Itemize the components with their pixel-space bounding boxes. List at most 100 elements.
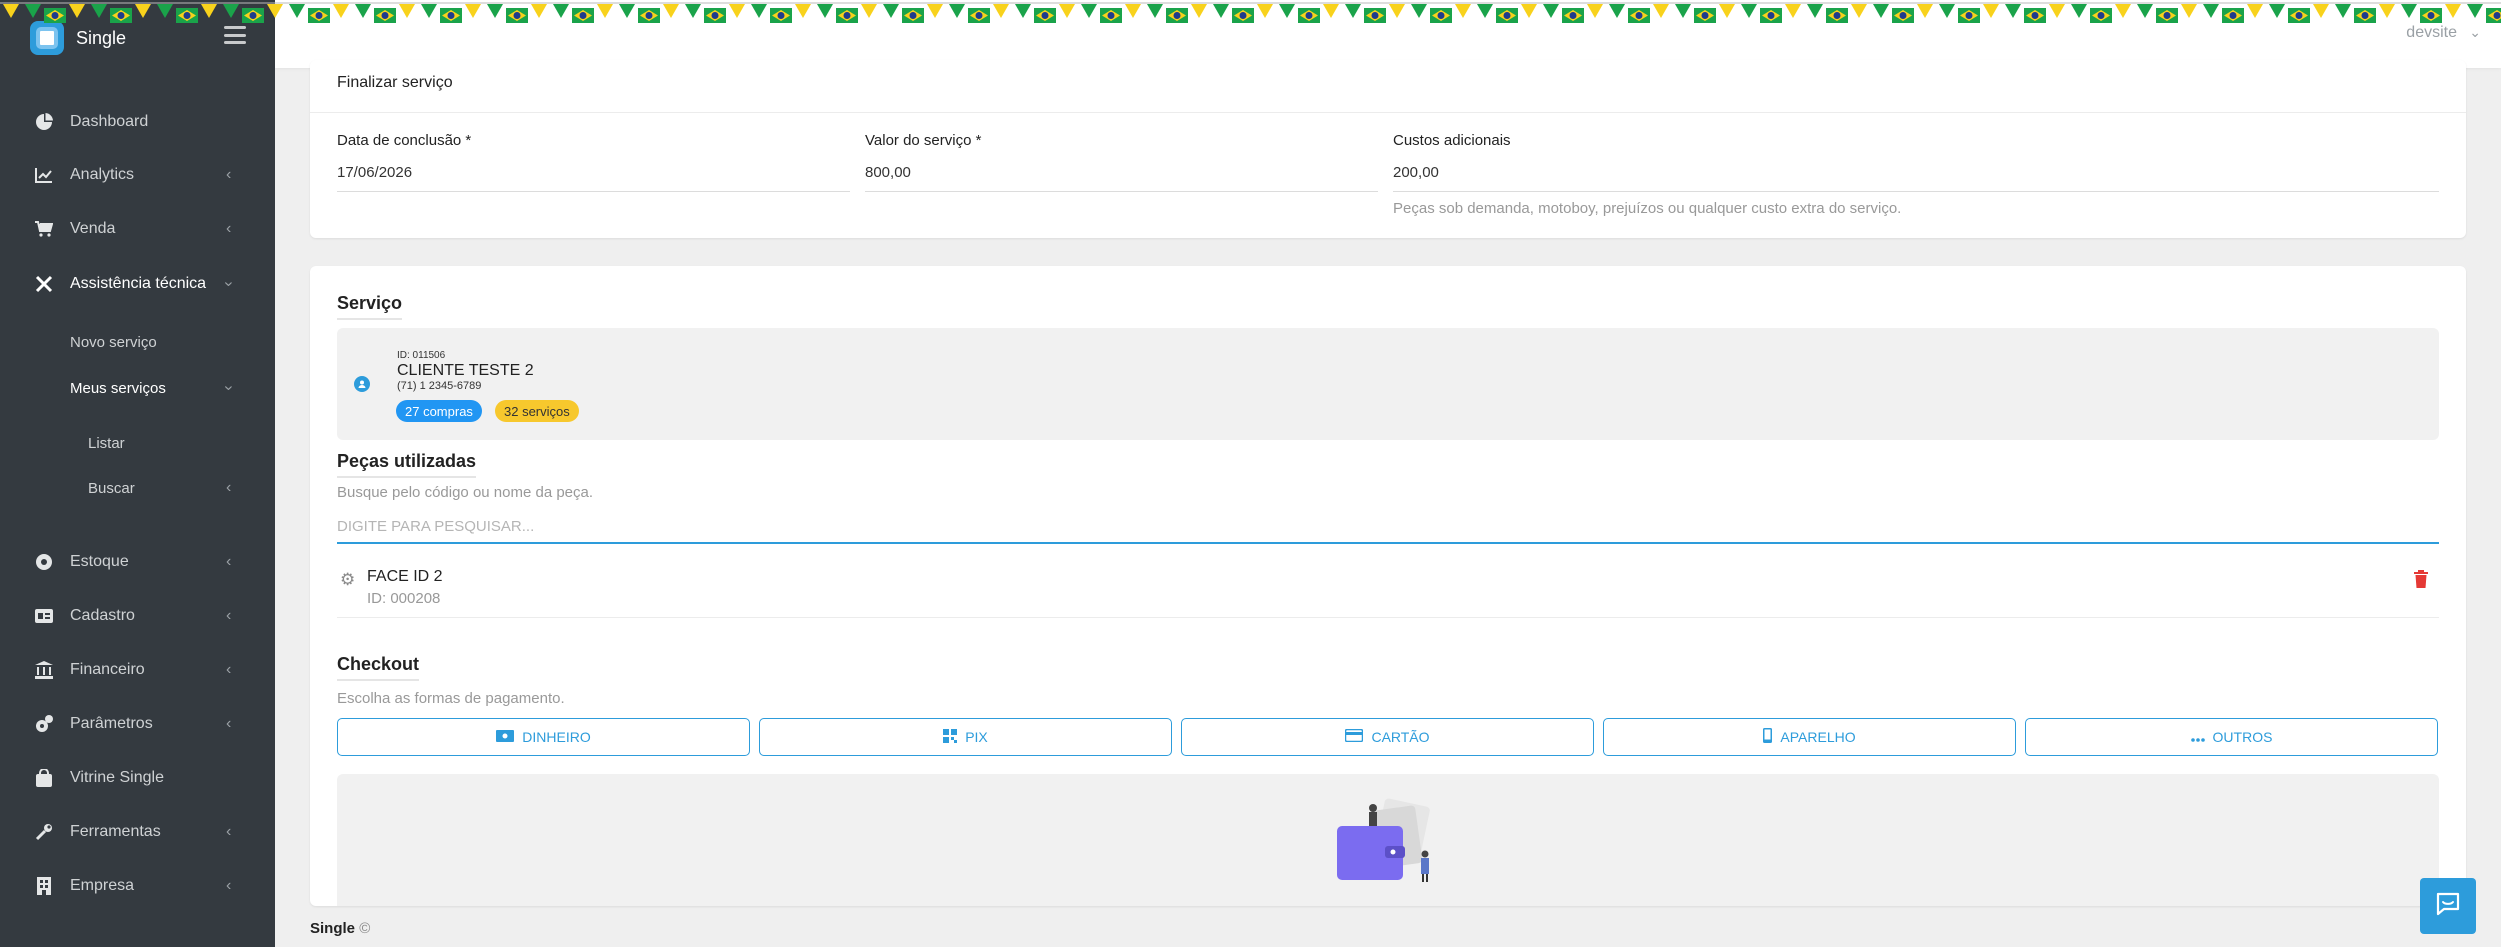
client-info[interactable]: ID: 011506 CLIENTE TESTE 2 (71) 1 2345-6… — [337, 328, 2439, 440]
client-name: CLIENTE TESTE 2 — [397, 362, 534, 379]
servico-title: Serviço — [337, 293, 403, 320]
data-conclusao-label: Data de conclusão * — [337, 132, 472, 149]
sidebar-item-financeiro[interactable]: Financeiro ‹ — [0, 650, 275, 690]
sidebar-item-dashboard[interactable]: Dashboard — [0, 102, 275, 142]
cart-icon — [34, 219, 54, 239]
sidebar-item-label: Venda — [70, 220, 116, 237]
pix-icon — [943, 728, 958, 746]
gear-icon: ⚙ — [340, 570, 356, 589]
phone-icon — [1763, 728, 1773, 746]
chevron-left-icon: ‹ — [226, 715, 232, 732]
trash-icon[interactable] — [2413, 570, 2429, 588]
payments-empty-state — [337, 774, 2439, 906]
cogs-icon — [34, 714, 54, 734]
sidebar-item-analytics[interactable]: Analytics ‹ — [0, 155, 275, 195]
footer-copyright: © — [359, 920, 371, 937]
footer: Single © — [310, 920, 370, 937]
sidebar-item-meus-servicos[interactable]: Meus serviços ‹ — [0, 368, 275, 408]
building-icon — [34, 876, 54, 896]
line-chart-icon — [34, 165, 54, 185]
compras-badge: 27 compras — [396, 400, 482, 422]
pay-outros-button[interactable]: OUTROS — [2025, 718, 2438, 756]
sidebar-item-empresa[interactable]: Empresa ‹ — [0, 866, 275, 906]
chevron-down-icon: ‹ — [219, 281, 237, 287]
pay-label: PIX — [965, 729, 988, 745]
pecas-search-input[interactable] — [337, 510, 2439, 544]
brand[interactable]: Single — [30, 18, 126, 58]
sidebar-item-label: Parâmetros — [70, 715, 153, 732]
valor-servico-field[interactable]: 800,00 — [865, 164, 1378, 192]
chevron-left-icon: ‹ — [226, 823, 232, 840]
sidebar-item-listar[interactable]: Listar — [0, 423, 275, 463]
chevron-left-icon: ‹ — [226, 661, 232, 678]
pay-label: OUTROS — [2212, 729, 2273, 745]
pay-dinheiro-button[interactable]: DINHEIRO — [337, 718, 750, 756]
chevron-left-icon: ‹ — [226, 877, 232, 894]
brand-name: Single — [76, 27, 127, 48]
chat-button[interactable] — [2420, 878, 2476, 934]
wrench-icon — [34, 822, 54, 842]
valor-servico-label: Valor do serviço * — [865, 132, 982, 149]
sidebar-item-label: Ferramentas — [70, 823, 161, 840]
sidebar-item-label: Dashboard — [70, 113, 149, 130]
sidebar-item-label: Novo serviço — [70, 333, 157, 351]
list-item: ⚙ FACE ID 2 ID: 000208 — [337, 556, 2439, 618]
sidebar-item-label: Meus serviços — [70, 379, 166, 397]
sidebar-item-label: Financeiro — [70, 661, 145, 678]
wallet-illustration-icon — [1337, 798, 1430, 882]
menu-toggle-icon[interactable] — [224, 26, 246, 44]
sidebar-item-parametros[interactable]: Parâmetros ‹ — [0, 704, 275, 744]
sidebar-item-buscar[interactable]: Buscar ‹ — [0, 468, 275, 508]
pay-label: DINHEIRO — [522, 729, 591, 745]
app-logo-icon — [30, 21, 64, 55]
sidebar-item-label: Estoque — [70, 553, 129, 570]
sidebar-item-label: Cadastro — [70, 607, 135, 624]
more-icon — [2190, 729, 2205, 745]
sidebar-item-label: Empresa — [70, 877, 135, 894]
pay-label: APARELHO — [1780, 729, 1856, 745]
sidebar-item-label: Vitrine Single — [70, 769, 164, 786]
custos-adicionais-field[interactable]: 200,00 — [1393, 164, 2439, 192]
checkout-title: Checkout — [337, 654, 420, 681]
pay-cartao-button[interactable]: CARTÃO — [1181, 718, 1594, 756]
chevron-left-icon: ‹ — [226, 607, 232, 624]
chevron-left-icon: ‹ — [226, 479, 232, 496]
checkout-hint: Escolha as formas de pagamento. — [337, 690, 565, 707]
sidebar-item-estoque[interactable]: Estoque ‹ — [0, 542, 275, 582]
sidebar-item-assistencia[interactable]: Assistência técnica ‹ — [0, 264, 275, 304]
sidebar-item-vitrine[interactable]: Vitrine Single — [0, 758, 275, 798]
bank-icon — [34, 660, 54, 680]
user-menu[interactable]: devsite — [2406, 24, 2457, 42]
pay-pix-button[interactable]: PIX — [759, 718, 1172, 756]
chat-icon — [2435, 891, 2461, 922]
shopping-bag-icon — [34, 768, 54, 788]
part-id: ID: 000208 — [367, 590, 441, 607]
client-id: ID: 011506 — [397, 350, 446, 361]
user-circle-icon — [354, 376, 370, 392]
chevron-down-icon[interactable]: ⌄ — [2469, 24, 2481, 41]
pay-label: CARTÃO — [1371, 729, 1430, 745]
sidebar-item-venda[interactable]: Venda ‹ — [0, 209, 275, 249]
sidebar-item-ferramentas[interactable]: Ferramentas ‹ — [0, 812, 275, 852]
pay-aparelho-button[interactable]: APARELHO — [1603, 718, 2016, 756]
sidebar-item-novo-servico[interactable]: Novo serviço — [0, 322, 275, 362]
chevron-left-icon: ‹ — [226, 166, 232, 183]
chevron-down-icon: ‹ — [219, 385, 237, 391]
id-card-icon — [34, 606, 54, 626]
chevron-left-icon: ‹ — [226, 220, 232, 237]
sidebar-item-label: Buscar — [88, 479, 135, 497]
sidebar: Single Dashboard Analytics ‹ Venda ‹ Ass… — [0, 0, 275, 947]
servicos-badge: 32 serviços — [495, 400, 579, 422]
boxes-icon — [34, 552, 54, 572]
sidebar-item-cadastro[interactable]: Cadastro ‹ — [0, 596, 275, 636]
pecas-hint: Busque pelo código ou nome da peça. — [337, 484, 594, 501]
dashboard-icon — [34, 112, 54, 132]
client-phone: (71) 1 2345-6789 — [397, 380, 482, 392]
card-icon — [1345, 728, 1364, 745]
chevron-left-icon: ‹ — [226, 553, 232, 570]
part-name: FACE ID 2 — [367, 568, 443, 585]
divider — [310, 112, 2466, 113]
data-conclusao-field[interactable]: 17/06/2026 — [337, 164, 850, 192]
sidebar-item-label: Analytics — [70, 166, 135, 183]
custos-hint: Peças sob demanda, motoboy, prejuízos ou… — [1393, 200, 1902, 217]
